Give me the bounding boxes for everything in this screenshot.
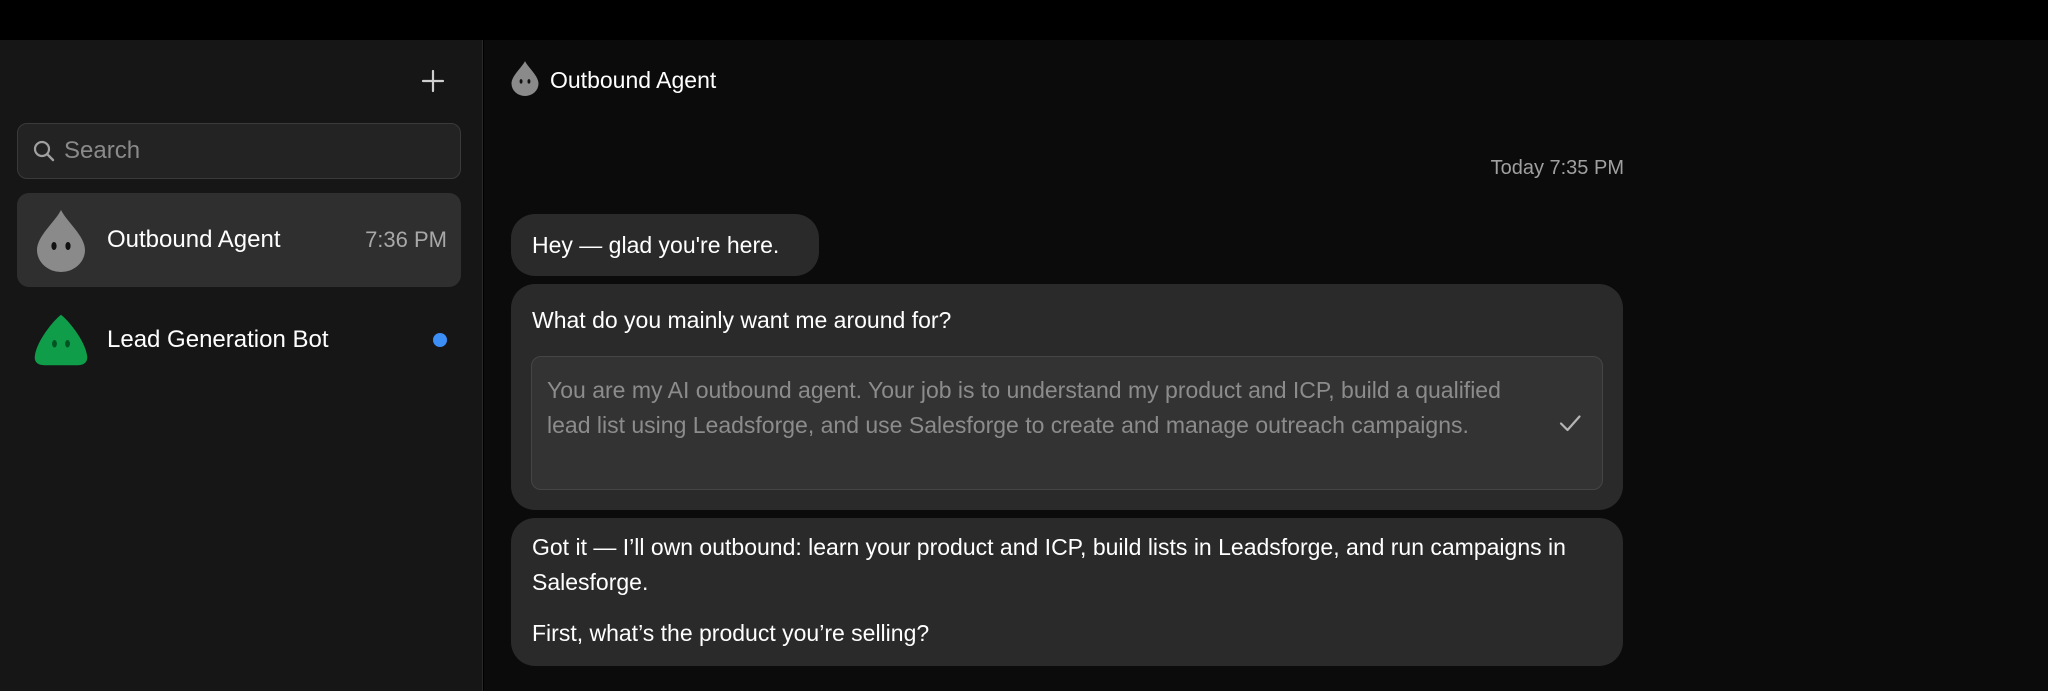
outbound-agent-avatar-icon <box>510 60 540 101</box>
message-paragraph: Got it — I’ll own outbound: learn your p… <box>532 534 1566 595</box>
chat-panel: Outbound Agent Today 7:35 PM Hey — glad … <box>484 40 2048 691</box>
new-chat-button[interactable] <box>416 64 450 98</box>
outbound-agent-avatar-icon <box>33 208 89 272</box>
conversation-name: Outbound Agent <box>107 226 281 253</box>
conversation-time: 7:36 PM <box>365 227 447 252</box>
sidebar: Outbound Agent 7:36 PM Lead Generation B… <box>0 40 483 691</box>
message-paragraph: First, what’s the product you’re selling… <box>532 620 930 646</box>
question-text: What do you mainly want me around for? <box>532 307 952 333</box>
message-bubble: Got it — I’ll own outbound: learn your p… <box>511 518 1623 666</box>
conversation-outbound-agent[interactable]: Outbound Agent 7:36 PM <box>17 193 461 287</box>
search-box[interactable] <box>17 123 461 179</box>
answer-text: You are my AI outbound agent. Your job i… <box>547 377 1501 438</box>
unread-indicator <box>433 333 447 347</box>
chat-title: Outbound Agent <box>550 66 717 93</box>
conversation-lead-generation-bot[interactable]: Lead Generation Bot <box>17 293 461 387</box>
chat-header: Outbound Agent <box>510 60 716 100</box>
message-timestamp: Today 7:35 PM <box>1490 157 1624 179</box>
check-icon <box>1559 415 1581 432</box>
lead-generation-bot-avatar-icon <box>33 308 89 372</box>
window-top-bar <box>0 0 2048 40</box>
plus-icon <box>421 69 445 93</box>
answer-card[interactable]: You are my AI outbound agent. Your job i… <box>531 356 1603 490</box>
search-input[interactable] <box>56 124 460 178</box>
message-bubble: Hey — glad you're here. <box>511 214 819 276</box>
question-bubble: What do you mainly want me around for? Y… <box>511 284 1623 510</box>
search-icon <box>32 139 56 163</box>
message-text: Hey — glad you're here. <box>532 231 780 258</box>
conversation-name: Lead Generation Bot <box>107 326 329 353</box>
